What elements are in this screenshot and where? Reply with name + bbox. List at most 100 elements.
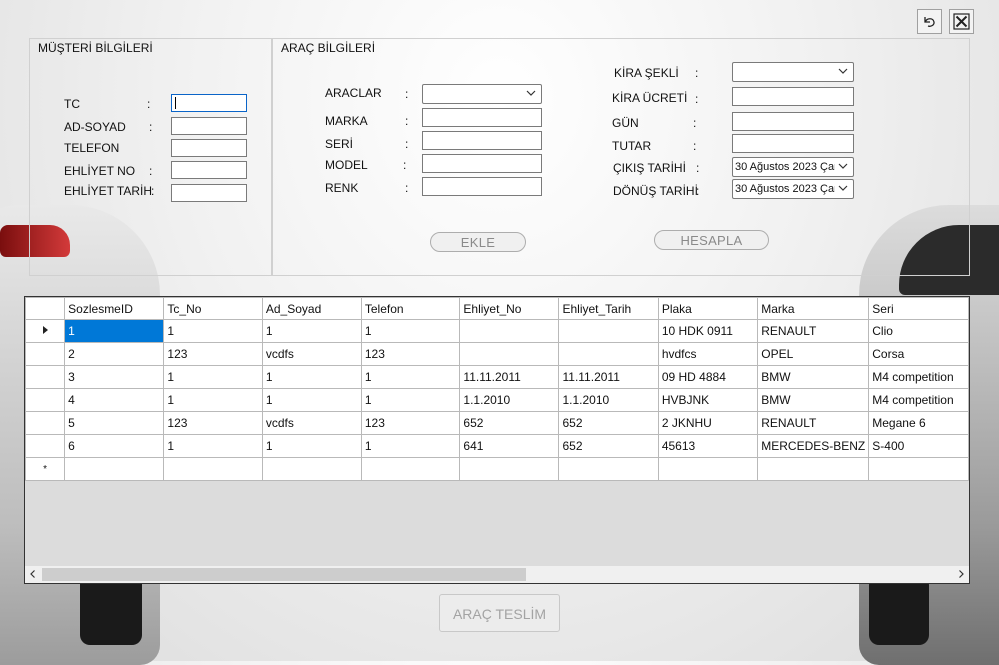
table-cell[interactable] [459, 319, 560, 343]
table-cell[interactable]: Clio [868, 319, 969, 343]
table-cell[interactable]: 1 [360, 319, 461, 343]
table-cell[interactable]: 11.11.2011 [558, 365, 659, 389]
table-cell[interactable]: 1 [360, 388, 461, 412]
table-cell[interactable]: 3 [64, 365, 165, 389]
table-cell[interactable]: 1.1.2010 [558, 388, 659, 412]
table-cell[interactable]: vcdfs [261, 411, 362, 435]
table-cell[interactable] [261, 457, 362, 481]
table-row[interactable]: 6 1 1 1 641 652 45613 MERCEDES-BENZ S-400 [25, 434, 969, 458]
table-cell[interactable]: RENAULT [757, 411, 870, 435]
table-row[interactable]: 5 123 vcdfs 123 652 652 2 JKNHU RENAULT Megane 6 [25, 411, 969, 435]
row-header[interactable] [25, 319, 66, 343]
table-cell[interactable]: 11.11.2011 [459, 365, 560, 389]
table-cell[interactable] [657, 457, 759, 481]
ehliyet-no-input[interactable] [171, 161, 247, 179]
table-cell[interactable]: 09 HD 4884 [657, 365, 759, 389]
table-cell[interactable]: 2 [64, 342, 165, 366]
table-cell[interactable] [558, 457, 659, 481]
arac-teslim-button[interactable]: ARAÇ TESLİM [439, 594, 560, 632]
table-cell[interactable] [558, 319, 659, 343]
scroll-left-icon[interactable] [28, 569, 38, 579]
telefon-input[interactable] [171, 139, 247, 157]
column-header[interactable]: SozlesmeID [64, 297, 165, 320]
table-cell[interactable]: BMW [757, 388, 870, 412]
table-cell[interactable]: hvdfcs [657, 342, 759, 366]
column-header[interactable]: Plaka [657, 297, 759, 320]
table-cell[interactable]: M4 competition [868, 388, 969, 412]
table-cell[interactable]: 641 [459, 434, 560, 458]
table-cell[interactable]: 123 [360, 342, 461, 366]
table-cell[interactable] [64, 457, 165, 481]
table-cell[interactable]: Corsa [868, 342, 969, 366]
tc-input[interactable] [171, 94, 247, 112]
table-cell[interactable] [868, 457, 969, 481]
table-cell[interactable]: HVBJNK [657, 388, 759, 412]
table-cell[interactable]: 1 [261, 388, 362, 412]
seri-input[interactable] [422, 131, 542, 150]
column-header[interactable]: Tc_No [163, 297, 263, 320]
table-cell[interactable]: 1 [163, 388, 263, 412]
kira-sekli-combobox[interactable] [732, 62, 854, 82]
ehliyet-tarih-input[interactable] [171, 184, 247, 202]
column-header[interactable]: Marka [757, 297, 870, 320]
table-cell[interactable]: 1 [64, 319, 165, 343]
row-header[interactable] [25, 365, 66, 389]
table-cell[interactable]: 10 HDK 0911 [657, 319, 759, 343]
cikis-tarihi-datepicker[interactable]: 30 Ağustos 2023 Çar [732, 157, 854, 177]
column-header[interactable]: Telefon [360, 297, 461, 320]
table-cell[interactable]: 1 [163, 319, 263, 343]
table-cell[interactable]: RENAULT [757, 319, 870, 343]
table-cell[interactable]: 1 [163, 365, 263, 389]
table-cell[interactable]: OPEL [757, 342, 870, 366]
scroll-right-icon[interactable] [956, 569, 966, 579]
gun-input[interactable] [732, 112, 854, 131]
table-cell[interactable]: 1 [163, 434, 263, 458]
column-header[interactable]: Ehliyet_Tarih [558, 297, 659, 320]
table-cell[interactable]: 652 [558, 434, 659, 458]
renk-input[interactable] [422, 177, 542, 196]
table-cell[interactable] [459, 457, 560, 481]
table-cell[interactable]: 123 [360, 411, 461, 435]
table-cell[interactable]: 4 [64, 388, 165, 412]
table-cell[interactable]: 1 [360, 365, 461, 389]
column-header[interactable]: Seri [868, 297, 969, 320]
table-cell[interactable] [163, 457, 263, 481]
table-cell[interactable]: MERCEDES-BENZ [757, 434, 870, 458]
table-cell[interactable]: 123 [163, 411, 263, 435]
table-cell[interactable]: 1 [261, 319, 362, 343]
hesapla-button[interactable]: HESAPLA [654, 230, 769, 250]
contracts-data-grid[interactable]: SozlesmeID Tc_No Ad_Soyad Telefon Ehliye… [24, 296, 970, 584]
araclar-combobox[interactable] [422, 84, 542, 104]
new-row[interactable]: * [25, 457, 969, 481]
table-cell[interactable] [757, 457, 870, 481]
table-cell[interactable]: 6 [64, 434, 165, 458]
ad-soyad-input[interactable] [171, 117, 247, 135]
table-cell[interactable]: 652 [558, 411, 659, 435]
table-row[interactable]: 2 123 vcdfs 123 hvdfcs OPEL Corsa [25, 342, 969, 366]
table-row[interactable]: 1 1 1 1 10 HDK 0911 RENAULT Clio [25, 319, 969, 343]
table-cell[interactable]: 1 [261, 434, 362, 458]
table-cell[interactable] [459, 342, 560, 366]
table-row[interactable]: 4 1 1 1 1.1.2010 1.1.2010 HVBJNK BMW M4 competit… [25, 388, 969, 412]
table-cell[interactable]: Megane 6 [868, 411, 969, 435]
table-cell[interactable]: 5 [64, 411, 165, 435]
undo-button[interactable] [917, 9, 942, 34]
column-header[interactable]: Ehliyet_No [459, 297, 560, 320]
donus-tarihi-datepicker[interactable]: 30 Ağustos 2023 Çar [732, 179, 854, 199]
table-cell[interactable]: 1 [261, 365, 362, 389]
table-cell[interactable]: BMW [757, 365, 870, 389]
table-cell[interactable]: 2 JKNHU [657, 411, 759, 435]
close-button[interactable] [949, 9, 974, 34]
row-header-corner[interactable] [25, 297, 66, 320]
horizontal-scrollbar[interactable] [25, 566, 969, 583]
table-cell[interactable]: 1 [360, 434, 461, 458]
table-cell[interactable] [558, 342, 659, 366]
model-input[interactable] [422, 154, 542, 173]
table-cell[interactable]: 123 [163, 342, 263, 366]
scrollbar-thumb[interactable] [42, 568, 526, 581]
row-header[interactable] [25, 411, 66, 435]
table-cell[interactable]: 45613 [657, 434, 759, 458]
tutar-input[interactable] [732, 134, 854, 153]
table-cell[interactable]: S-400 [868, 434, 969, 458]
table-cell[interactable]: vcdfs [261, 342, 362, 366]
